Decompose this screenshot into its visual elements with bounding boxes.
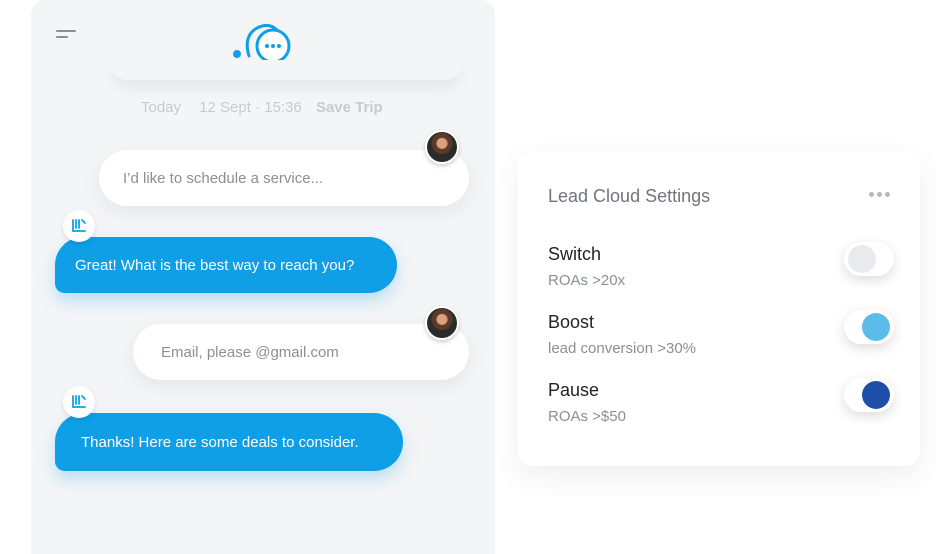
meta-datetime: 12 Sept · 15:36 <box>199 99 302 116</box>
setting-row-switch: Switch ROAs >20x <box>548 242 898 294</box>
trip-meta: Today 12 Sept · 15:36 Save Trip <box>141 99 383 116</box>
message-text: Thanks! Here are some deals to consider. <box>81 433 359 451</box>
setting-row-pause: Pause ROAs >$50 <box>548 378 898 430</box>
chat-panel: Today 12 Sept · 15:36 Save Trip I’d like… <box>31 0 495 554</box>
setting-name: Switch <box>548 244 602 264</box>
bot-icon <box>63 386 95 418</box>
more-icon[interactable] <box>869 192 890 197</box>
user-avatar <box>425 130 459 164</box>
toggle-knob <box>862 313 890 341</box>
setting-desc: ROAs >$50 <box>548 408 626 425</box>
header-divider <box>111 60 461 80</box>
setting-name: Pause <box>548 380 600 400</box>
user-message: Email, please @gmail.com <box>133 324 469 380</box>
pause-toggle[interactable] <box>844 378 894 412</box>
bot-message: Great! What is the best way to reach you… <box>55 237 397 293</box>
switch-toggle[interactable] <box>844 242 894 276</box>
lead-cloud-settings-card: Lead Cloud Settings Switch ROAs >20x Boo… <box>518 152 920 466</box>
setting-desc: ROAs >20x <box>548 272 626 289</box>
message-text: I’d like to schedule a service... <box>123 169 324 187</box>
bot-message: Thanks! Here are some deals to consider. <box>55 413 403 471</box>
setting-desc: lead conversion >30% <box>548 340 697 357</box>
setting-name: Boost <box>548 312 595 332</box>
menu-icon[interactable] <box>56 28 78 42</box>
setting-row-boost: Boost lead conversion >30% <box>548 310 898 362</box>
settings-title: Lead Cloud Settings <box>548 186 711 206</box>
user-avatar <box>425 306 459 340</box>
user-message: I’d like to schedule a service... <box>99 150 469 206</box>
toggle-knob <box>862 381 890 409</box>
message-text: Great! What is the best way to reach you… <box>75 256 355 274</box>
message-text: Email, please @gmail.com <box>161 343 339 361</box>
toggle-knob <box>848 245 876 273</box>
boost-toggle[interactable] <box>844 310 894 344</box>
save-trip-button[interactable]: Save Trip <box>316 99 383 116</box>
bot-icon <box>63 210 95 242</box>
meta-day: Today <box>141 99 182 116</box>
